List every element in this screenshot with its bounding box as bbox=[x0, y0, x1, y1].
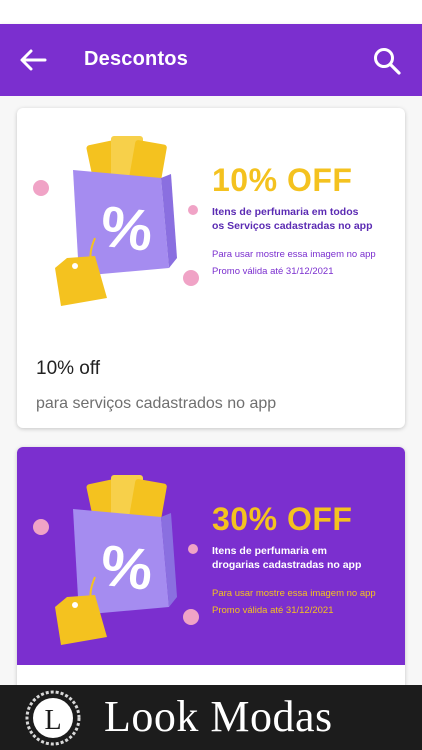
page-title: Descontos bbox=[84, 48, 189, 70]
ad-banner[interactable]: L Look Modas bbox=[0, 685, 422, 750]
coupon-validity: Promo válida até 31/12/2021 bbox=[212, 605, 334, 616]
svg-text:%: % bbox=[98, 533, 156, 603]
discount-percentage: 30% OFF bbox=[212, 501, 353, 537]
shopping-bag-discount-illustration: % bbox=[33, 475, 199, 645]
coupon-text: 30% OFF Itens de perfumaria em drogarias… bbox=[212, 502, 404, 617]
coupon-usage-note: Para usar mostre essa imagem no app bbox=[212, 588, 376, 599]
coupon-description-line: os Serviços cadastradas no app bbox=[212, 220, 373, 232]
brand-name: Look Modas bbox=[104, 692, 333, 741]
arrow-left-icon[interactable] bbox=[18, 47, 48, 73]
svg-text:%: % bbox=[98, 194, 156, 264]
status-bar-area bbox=[0, 0, 422, 24]
coupon-description-line: Itens de perfumaria em todos bbox=[212, 206, 359, 218]
coupon-description: Itens de perfumaria em todos os Serviços… bbox=[212, 205, 404, 233]
discount-list[interactable]: % 10% OFF Itens de perfumaria em todos o… bbox=[0, 96, 422, 685]
coupon-description-line: Itens de perfumaria em bbox=[212, 545, 327, 557]
brand-logo-letter: L bbox=[44, 705, 61, 736]
coupon-description-line: drogarias cadastradas no app bbox=[212, 559, 362, 571]
coupon-text: 10% OFF Itens de perfumaria em todos os … bbox=[212, 163, 404, 278]
brand-logo: L bbox=[25, 690, 81, 746]
discount-card[interactable]: % 30% OFF Itens de perfumaria em drogari… bbox=[17, 447, 405, 685]
card-subtitle: para serviços cadastrados no app bbox=[36, 395, 277, 412]
shopping-bag-discount-illustration: % bbox=[33, 136, 199, 306]
discount-percentage: 10% OFF bbox=[212, 162, 353, 198]
search-icon[interactable] bbox=[372, 46, 402, 76]
coupon-banner: % 30% OFF Itens de perfumaria em drogari… bbox=[17, 447, 405, 665]
app-bar: Descontos bbox=[0, 24, 422, 96]
card-title: 10% off bbox=[36, 358, 101, 379]
discount-card[interactable]: % 10% OFF Itens de perfumaria em todos o… bbox=[17, 108, 405, 428]
coupon-description: Itens de perfumaria em drogarias cadastr… bbox=[212, 544, 404, 572]
coupon-validity: Promo válida até 31/12/2021 bbox=[212, 266, 334, 277]
coupon-usage-note: Para usar mostre essa imagem no app bbox=[212, 249, 376, 260]
coupon-banner: % 10% OFF Itens de perfumaria em todos o… bbox=[17, 108, 405, 324]
